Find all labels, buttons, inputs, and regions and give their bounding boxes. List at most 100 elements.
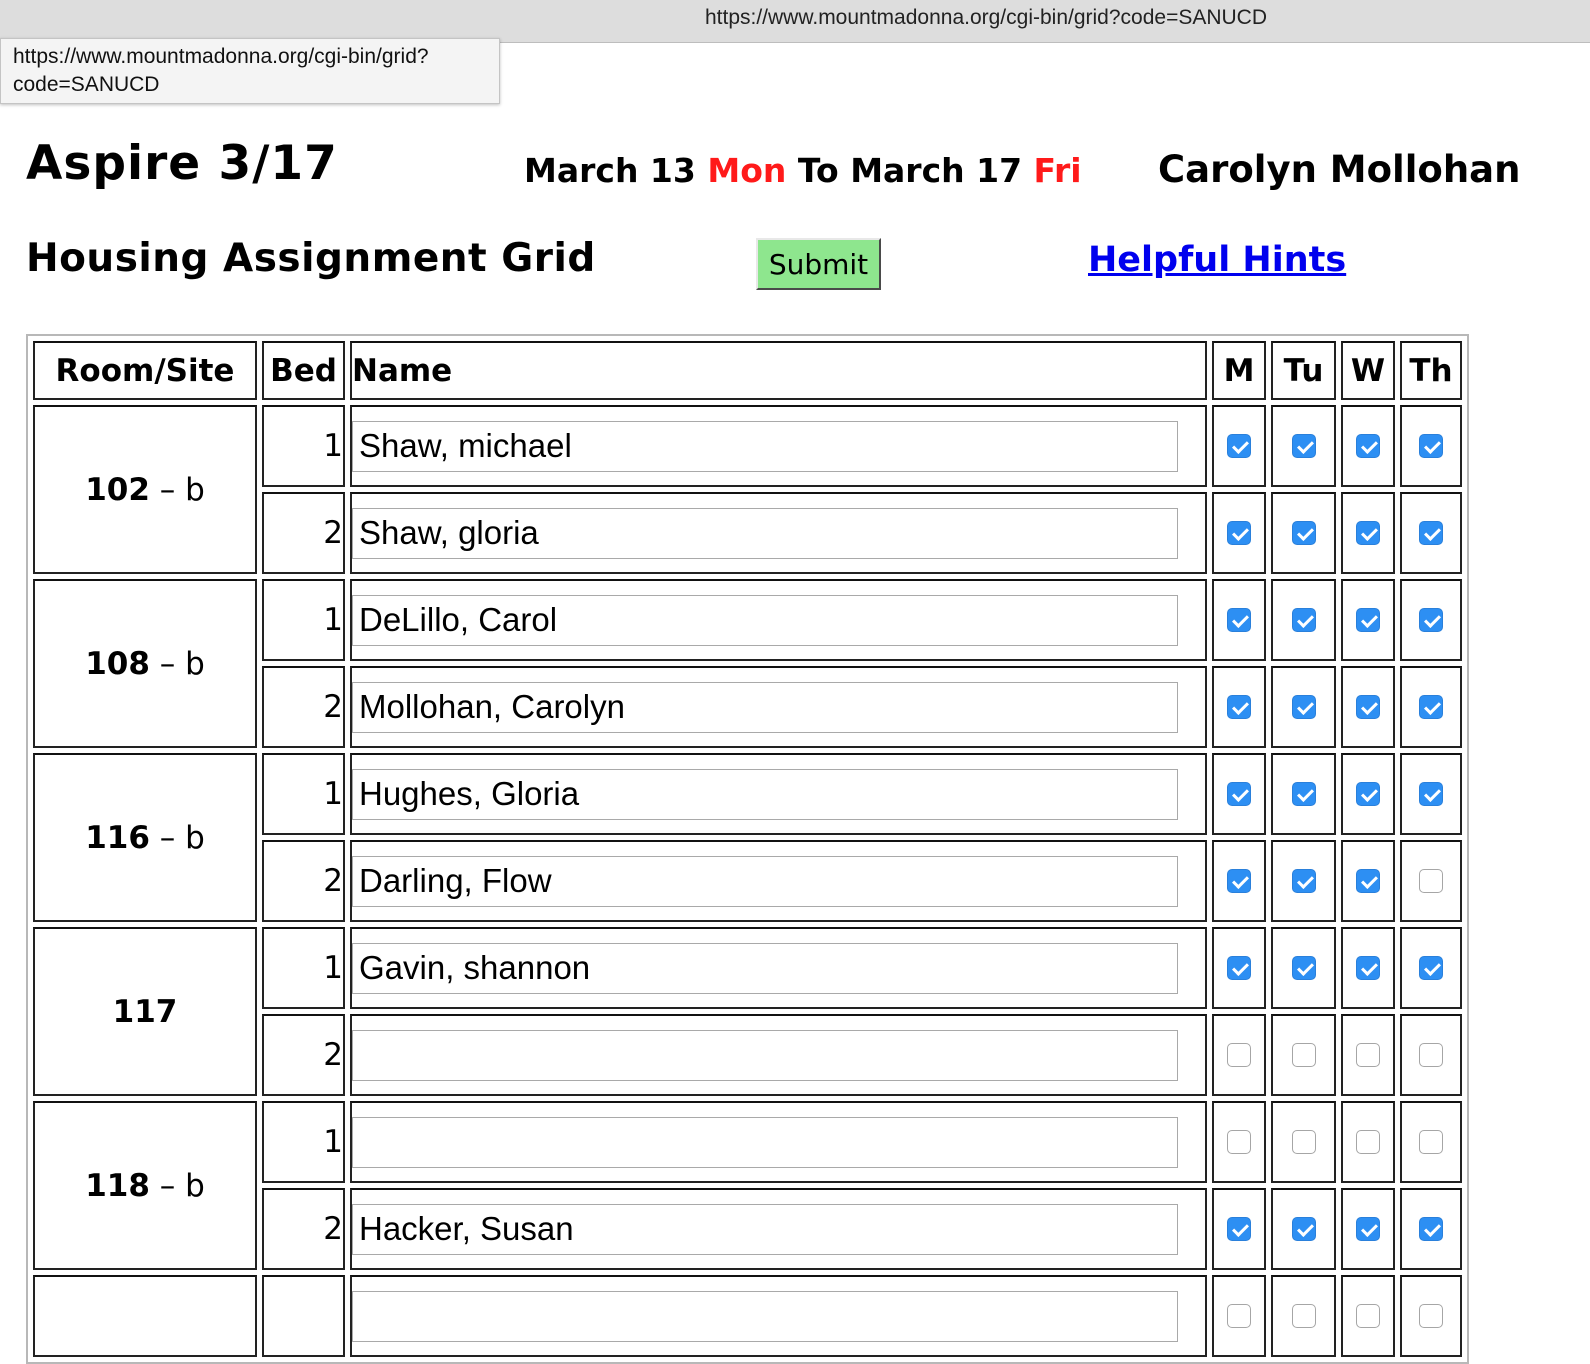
day-cell	[1271, 840, 1336, 922]
monday-checkbox[interactable]	[1227, 956, 1251, 980]
monday-checkbox[interactable]	[1227, 1130, 1251, 1154]
room-cell: 108 – b	[33, 579, 257, 748]
date-start: March 13	[524, 151, 696, 190]
day-cell	[1212, 579, 1266, 661]
day-cell	[1271, 1101, 1336, 1183]
table-row: 117 1	[33, 927, 1462, 1096]
bed-number	[262, 1275, 345, 1357]
day-cell	[1271, 492, 1336, 574]
tuesday-checkbox[interactable]	[1291, 521, 1316, 545]
tuesday-checkbox[interactable]	[1291, 608, 1316, 632]
day-end: Fri	[1033, 151, 1082, 190]
monday-checkbox[interactable]	[1227, 869, 1251, 893]
helpful-hints-link[interactable]: Helpful Hints	[1088, 240, 1346, 280]
tuesday-checkbox[interactable]	[1291, 1130, 1316, 1154]
bed-number: 2	[262, 1014, 345, 1096]
name-cell	[350, 405, 1207, 487]
guest-name-input[interactable]	[352, 942, 1178, 994]
tuesday-checkbox[interactable]	[1291, 434, 1316, 458]
thursday-checkbox[interactable]	[1419, 869, 1443, 893]
monday-checkbox[interactable]	[1227, 782, 1251, 806]
guest-name-input[interactable]	[352, 507, 1178, 559]
day-cell	[1212, 753, 1266, 835]
wednesday-checkbox[interactable]	[1356, 1043, 1380, 1067]
day-cell	[1341, 1101, 1395, 1183]
day-cell	[1400, 753, 1462, 835]
thursday-checkbox[interactable]	[1419, 1304, 1443, 1328]
tuesday-checkbox[interactable]	[1291, 782, 1316, 806]
thursday-checkbox[interactable]	[1419, 608, 1443, 632]
column-header-bed: Bed	[262, 341, 345, 400]
page-title: Aspire 3/17	[26, 136, 338, 191]
monday-checkbox[interactable]	[1227, 434, 1251, 458]
wednesday-checkbox[interactable]	[1356, 1304, 1380, 1328]
day-cell	[1341, 1275, 1395, 1357]
wednesday-checkbox[interactable]	[1356, 1130, 1380, 1154]
wednesday-checkbox[interactable]	[1356, 869, 1380, 893]
guest-name-input[interactable]	[352, 594, 1178, 646]
day-cell	[1400, 405, 1462, 487]
day-cell	[1212, 1014, 1266, 1096]
day-cell	[1212, 666, 1266, 748]
guest-name-input[interactable]	[352, 1203, 1178, 1255]
url-text: https://www.mountmadonna.org/cgi-bin/gri…	[704, 6, 1268, 29]
guest-name-input[interactable]	[352, 420, 1178, 472]
room-suffix: – b	[149, 471, 205, 508]
guest-name-input[interactable]	[352, 1029, 1178, 1081]
tuesday-checkbox[interactable]	[1291, 1217, 1316, 1241]
wednesday-checkbox[interactable]	[1356, 1217, 1380, 1241]
day-cell	[1400, 1275, 1462, 1357]
date-to: To	[797, 151, 839, 190]
tuesday-checkbox[interactable]	[1291, 695, 1316, 719]
thursday-checkbox[interactable]	[1419, 1043, 1443, 1067]
column-header-thursday: Th	[1400, 341, 1462, 400]
monday-checkbox[interactable]	[1227, 695, 1251, 719]
name-cell	[350, 492, 1207, 574]
submit-button[interactable]: Submit	[756, 238, 881, 290]
day-start: Mon	[707, 151, 787, 190]
day-cell	[1271, 1188, 1336, 1270]
wednesday-checkbox[interactable]	[1356, 782, 1380, 806]
room-suffix: – b	[149, 819, 205, 856]
column-header-wednesday: W	[1341, 341, 1395, 400]
day-cell	[1271, 753, 1336, 835]
name-cell	[350, 840, 1207, 922]
day-cell	[1212, 1101, 1266, 1183]
day-cell	[1271, 579, 1336, 661]
guest-name-input[interactable]	[352, 1290, 1178, 1342]
monday-checkbox[interactable]	[1227, 1043, 1251, 1067]
monday-checkbox[interactable]	[1227, 1304, 1251, 1328]
guest-name-input[interactable]	[352, 681, 1178, 733]
thursday-checkbox[interactable]	[1419, 1130, 1443, 1154]
thursday-checkbox[interactable]	[1419, 695, 1443, 719]
browser-url-bar[interactable]: https://www.mountmadonna.org/cgi-bin/gri…	[0, 0, 1590, 43]
wednesday-checkbox[interactable]	[1356, 434, 1380, 458]
guest-name-input[interactable]	[352, 1116, 1178, 1168]
column-header-name: Name	[350, 341, 1207, 400]
tuesday-checkbox[interactable]	[1291, 1304, 1316, 1328]
bed-number: 2	[262, 492, 345, 574]
day-cell	[1341, 1188, 1395, 1270]
wednesday-checkbox[interactable]	[1356, 521, 1380, 545]
tuesday-checkbox[interactable]	[1291, 956, 1316, 980]
wednesday-checkbox[interactable]	[1356, 695, 1380, 719]
thursday-checkbox[interactable]	[1419, 782, 1443, 806]
page-subtitle: Housing Assignment Grid	[26, 236, 596, 281]
wednesday-checkbox[interactable]	[1356, 956, 1380, 980]
thursday-checkbox[interactable]	[1419, 956, 1443, 980]
monday-checkbox[interactable]	[1227, 1217, 1251, 1241]
table-row: 118 – b1	[33, 1101, 1462, 1270]
tuesday-checkbox[interactable]	[1291, 1043, 1316, 1067]
thursday-checkbox[interactable]	[1419, 521, 1443, 545]
wednesday-checkbox[interactable]	[1356, 608, 1380, 632]
day-cell	[1212, 840, 1266, 922]
guest-name-input[interactable]	[352, 768, 1178, 820]
thursday-checkbox[interactable]	[1419, 1217, 1443, 1241]
guest-name-input[interactable]	[352, 855, 1178, 907]
name-cell	[350, 1014, 1207, 1096]
monday-checkbox[interactable]	[1227, 521, 1251, 545]
tuesday-checkbox[interactable]	[1291, 869, 1316, 893]
monday-checkbox[interactable]	[1227, 608, 1251, 632]
day-cell	[1341, 753, 1395, 835]
thursday-checkbox[interactable]	[1419, 434, 1443, 458]
